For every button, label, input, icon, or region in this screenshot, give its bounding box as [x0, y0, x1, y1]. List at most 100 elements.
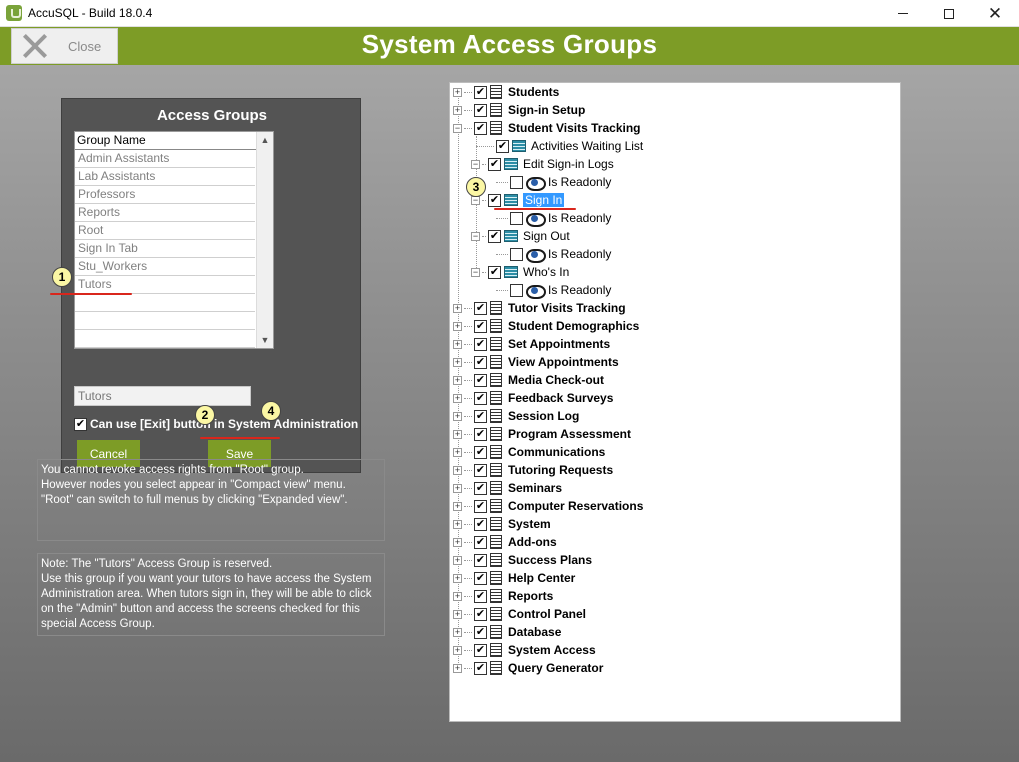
node-checkbox[interactable]: ✔ — [474, 553, 487, 567]
tree-node[interactable]: + ✔ Database — [453, 623, 561, 641]
tree-node[interactable]: + ✔ System Access — [453, 641, 596, 659]
tree-node[interactable]: + ✔ Communications — [453, 443, 605, 461]
expand-icon[interactable]: + — [453, 663, 462, 673]
expand-icon[interactable]: + — [453, 609, 462, 619]
node-checkbox[interactable]: ✔ — [474, 499, 487, 513]
node-checkbox[interactable] — [510, 175, 523, 189]
group-row[interactable]: Lab Assistants — [75, 168, 255, 186]
collapse-icon[interactable]: − — [471, 231, 480, 241]
tree-node[interactable]: + ✔ Tutoring Requests — [453, 461, 613, 479]
expand-icon[interactable]: + — [453, 393, 462, 403]
node-checkbox[interactable]: ✔ — [474, 517, 487, 531]
node-checkbox[interactable]: ✔ — [474, 463, 487, 477]
node-checkbox[interactable]: ✔ — [474, 301, 487, 315]
scroll-up-icon[interactable]: ▲ — [257, 132, 273, 148]
tree-node-sign-in[interactable]: − ✔ Sign In — [471, 191, 565, 209]
node-checkbox[interactable]: ✔ — [474, 373, 487, 387]
node-checkbox[interactable]: ✔ — [474, 427, 487, 441]
tree-node-readonly[interactable]: Is Readonly — [496, 281, 611, 299]
tree-node[interactable]: + ✔ Program Assessment — [453, 425, 631, 443]
scroll-down-icon[interactable]: ▼ — [257, 332, 273, 348]
expand-icon[interactable]: + — [453, 375, 462, 385]
window-close-button[interactable]: ✕ — [972, 0, 1018, 27]
node-checkbox[interactable]: ✔ — [474, 355, 487, 369]
tree-node-activities-waiting[interactable]: ✔ Activities Waiting List — [476, 137, 643, 155]
tree-node[interactable]: + ✔ Seminars — [453, 479, 562, 497]
node-checkbox[interactable]: ✔ — [474, 481, 487, 495]
node-checkbox[interactable]: ✔ — [474, 337, 487, 351]
tree-node[interactable]: + ✔ View Appointments — [453, 353, 619, 371]
group-list[interactable]: Group Name Admin Assistants Lab Assistan… — [74, 131, 274, 349]
expand-icon[interactable]: + — [453, 555, 462, 565]
node-checkbox[interactable]: ✔ — [474, 571, 487, 585]
expand-icon[interactable]: + — [453, 537, 462, 547]
group-row[interactable]: Stu_Workers — [75, 258, 255, 276]
tree-node-readonly[interactable]: Is Readonly — [496, 209, 611, 227]
group-list-scrollbar[interactable]: ▲ ▼ — [256, 132, 273, 348]
node-checkbox[interactable]: ✔ — [474, 661, 487, 675]
tree-node[interactable]: + ✔ Student Demographics — [453, 317, 639, 335]
expand-icon[interactable]: + — [453, 87, 462, 97]
expand-icon[interactable]: + — [453, 573, 462, 583]
expand-icon[interactable]: + — [453, 645, 462, 655]
group-row-empty[interactable] — [75, 312, 255, 330]
expand-icon[interactable]: + — [453, 429, 462, 439]
tree-node[interactable]: + ✔ Control Panel — [453, 605, 586, 623]
node-checkbox[interactable]: ✔ — [474, 643, 487, 657]
tree-node[interactable]: + ✔ Help Center — [453, 569, 575, 587]
expand-icon[interactable]: + — [453, 105, 462, 115]
expand-icon[interactable]: + — [453, 591, 462, 601]
minimize-button[interactable] — [880, 0, 926, 27]
group-row[interactable]: Root — [75, 222, 255, 240]
group-row[interactable]: Sign In Tab — [75, 240, 255, 258]
node-checkbox[interactable]: ✔ — [474, 391, 487, 405]
expand-icon[interactable]: + — [453, 357, 462, 367]
group-row-tutors[interactable]: Tutors — [75, 276, 255, 294]
group-row[interactable]: Professors — [75, 186, 255, 204]
node-checkbox[interactable]: ✔ — [488, 193, 501, 207]
maximize-button[interactable] — [926, 0, 972, 27]
tree-node-student-visits[interactable]: − ✔ Student Visits Tracking — [453, 119, 640, 137]
collapse-icon[interactable]: − — [453, 123, 462, 133]
node-checkbox[interactable] — [510, 211, 523, 225]
expand-icon[interactable]: + — [453, 501, 462, 511]
expand-icon[interactable]: + — [453, 465, 462, 475]
tree-node-edit-signin-logs[interactable]: − ✔ Edit Sign-in Logs — [471, 155, 614, 173]
node-checkbox[interactable] — [510, 247, 523, 261]
tree-node[interactable]: + ✔ System — [453, 515, 551, 533]
tree-node[interactable]: + ✔ Set Appointments — [453, 335, 610, 353]
tree-node-whos-in[interactable]: − ✔ Who's In — [471, 263, 569, 281]
node-checkbox[interactable]: ✔ — [474, 121, 487, 135]
group-name-input[interactable] — [74, 386, 251, 406]
node-checkbox[interactable]: ✔ — [474, 607, 487, 621]
collapse-icon[interactable]: − — [471, 159, 480, 169]
expand-icon[interactable]: + — [453, 303, 462, 313]
node-checkbox[interactable]: ✔ — [474, 535, 487, 549]
node-checkbox[interactable]: ✔ — [488, 157, 501, 171]
tree-node-readonly[interactable]: Is Readonly — [496, 245, 611, 263]
group-name-column-header[interactable]: Group Name — [75, 132, 273, 150]
expand-icon[interactable]: + — [453, 411, 462, 421]
group-row-empty[interactable] — [75, 330, 255, 348]
expand-icon[interactable]: + — [453, 339, 462, 349]
node-checkbox[interactable]: ✔ — [474, 319, 487, 333]
collapse-icon[interactable]: − — [471, 267, 480, 277]
tree-node[interactable]: + ✔ Computer Reservations — [453, 497, 643, 515]
expand-icon[interactable]: + — [453, 483, 462, 493]
node-checkbox[interactable] — [510, 283, 523, 297]
node-checkbox[interactable]: ✔ — [474, 625, 487, 639]
node-checkbox[interactable]: ✔ — [488, 229, 501, 243]
tree-node-students[interactable]: + ✔ Students — [453, 83, 559, 101]
expand-icon[interactable]: + — [453, 321, 462, 331]
group-row[interactable]: Reports — [75, 204, 255, 222]
tree-node[interactable]: + ✔ Success Plans — [453, 551, 592, 569]
tree-node[interactable]: + ✔ Feedback Surveys — [453, 389, 613, 407]
tree-node-signin-setup[interactable]: + ✔ Sign-in Setup — [453, 101, 585, 119]
exit-checkbox[interactable]: ✔ — [74, 417, 87, 431]
node-checkbox[interactable]: ✔ — [474, 85, 487, 99]
expand-icon[interactable]: + — [453, 519, 462, 529]
node-checkbox[interactable]: ✔ — [474, 445, 487, 459]
node-checkbox[interactable]: ✔ — [474, 589, 487, 603]
expand-icon[interactable]: + — [453, 447, 462, 457]
tree-node[interactable]: + ✔ Add-ons — [453, 533, 557, 551]
